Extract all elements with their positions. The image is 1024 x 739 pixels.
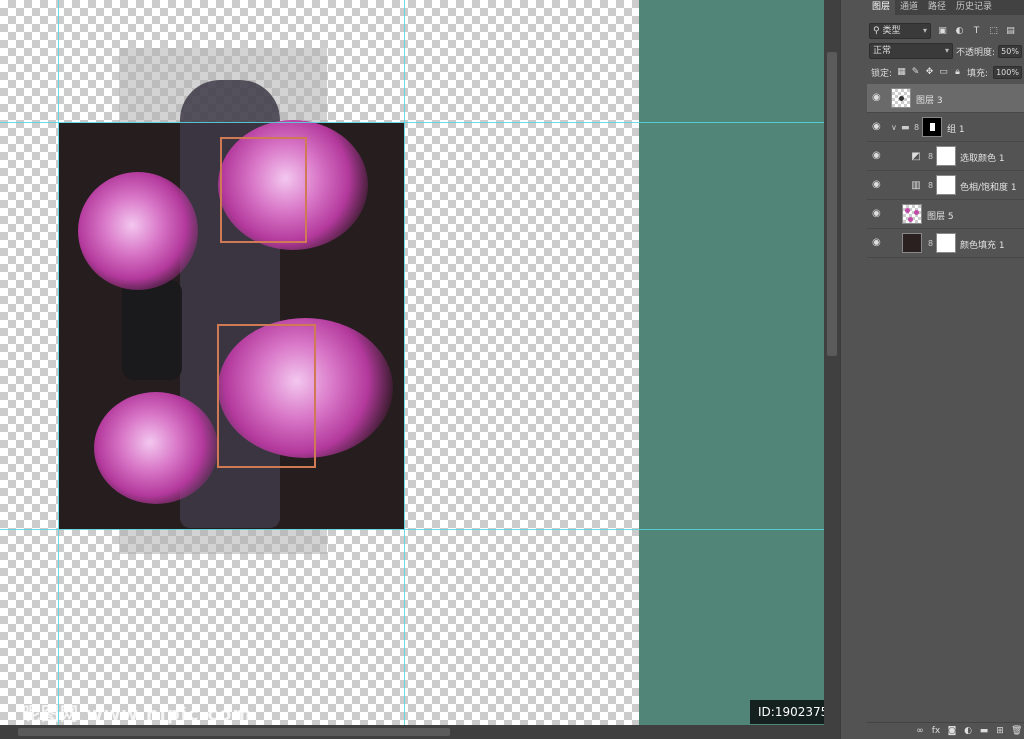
fill-label: 填充: [967, 69, 989, 79]
type-filter-icon[interactable]: T [971, 26, 982, 37]
add-mask-icon[interactable]: ◙ [947, 726, 957, 736]
layer-row[interactable]: ◉ ▥ 8 色相/饱和度 1 [867, 171, 1024, 200]
vertical-scrollbar[interactable] [824, 0, 840, 725]
link-layers-icon[interactable]: ∞ [915, 726, 925, 736]
visibility-eye-icon[interactable]: ◉ [872, 180, 882, 190]
blend-mode-value: 正常 [873, 46, 892, 56]
layer-list: ◉ 图层 3 ◉ ∨ ▬ 8 组 1 ◉ ◩ 8 选取颜色 1 ◉ ▥ 8 色相… [867, 84, 1024, 258]
layer-name[interactable]: 图层 5 [927, 209, 954, 222]
lock-all-icon[interactable]: 🔒︎ [953, 68, 962, 77]
link-icon: 8 [928, 239, 934, 248]
layer-row[interactable]: ◉ 8 颜色填充 1 [867, 229, 1024, 258]
layer-name[interactable]: 颜色填充 1 [960, 238, 1005, 251]
fill-input[interactable]: 100% [993, 66, 1022, 79]
rose-flower [94, 392, 218, 504]
pasteboard [639, 0, 824, 725]
lock-fill-row: 锁定: ▦ ✎ ✥ ▭ 🔒︎ 填充: 100% [871, 66, 1022, 79]
blend-mode-select[interactable]: 正常 ▾ [869, 43, 953, 59]
photoshop-window: 昵图网 www.nipic.com ID:19023753 NO:2025051… [0, 0, 1024, 739]
layer-mask-thumbnail [922, 117, 942, 137]
layers-panel: 图层 通道 路径 历史记录 ⚲ 类型 ▾ ▣ ◐ T ⬚ ▤ 正常 ▾ 不透明度… [840, 0, 1024, 739]
lock-position-icon[interactable]: ✥ [925, 68, 934, 77]
visibility-eye-icon[interactable]: ◉ [872, 209, 882, 219]
lock-label: 锁定: [871, 69, 893, 79]
layer-row[interactable]: ◉ ◩ 8 选取颜色 1 [867, 142, 1024, 171]
new-group-icon[interactable]: ▬ [979, 726, 989, 736]
layer-name[interactable]: 色相/饱和度 1 [960, 180, 1017, 193]
tab-history[interactable]: 历史记录 [951, 0, 997, 15]
selection-rectangle[interactable] [217, 324, 316, 468]
visibility-eye-icon[interactable]: ◉ [872, 151, 882, 161]
layer-name[interactable]: 选取颜色 1 [960, 151, 1005, 164]
tab-paths[interactable]: 路径 [923, 0, 951, 15]
selective-color-icon: ◩ [911, 151, 921, 162]
new-adjustment-icon[interactable]: ◐ [963, 726, 973, 736]
link-icon: 8 [928, 181, 934, 190]
layer-mask-thumbnail [936, 175, 956, 195]
search-icon: ⚲ [873, 26, 880, 36]
layer-filter-row: ⚲ 类型 ▾ ▣ ◐ T ⬚ ▤ [869, 23, 1016, 39]
panel-tab-bar: 图层 通道 路径 历史记录 [867, 0, 1024, 15]
smart-object-filter-icon[interactable]: ▤ [1005, 26, 1016, 37]
fill-color-thumbnail [902, 233, 922, 253]
adjustment-filter-icon[interactable]: ◐ [954, 26, 965, 37]
lock-transparency-icon[interactable]: ▦ [897, 68, 906, 77]
handbag-shape [122, 280, 182, 380]
layer-thumbnail [891, 88, 911, 108]
layer-name[interactable]: 组 1 [947, 122, 965, 135]
tab-layers[interactable]: 图层 [867, 0, 896, 15]
lock-paint-icon[interactable]: ✎ [911, 68, 920, 77]
link-icon: 8 [928, 152, 934, 161]
layer-row[interactable]: ◉ 图层 5 [867, 200, 1024, 229]
rose-flower [78, 172, 198, 290]
fx-icon[interactable]: fx [931, 726, 941, 736]
blend-opacity-row: 正常 ▾ 不透明度: 50% [869, 43, 1023, 59]
layer-mask-thumbnail [936, 233, 956, 253]
vertical-scroll-thumb[interactable] [827, 52, 837, 356]
opacity-label: 不透明度: [956, 47, 996, 58]
chevron-down-icon: ▾ [944, 46, 949, 55]
new-layer-icon[interactable]: ⊞ [995, 726, 1005, 736]
shape-filter-icon[interactable]: ⬚ [988, 26, 999, 37]
watermark-logo: 昵图网 www.nipic.com [22, 704, 253, 725]
layers-panel-footer: ∞ fx ◙ ◐ ▬ ⊞ 🗑︎ [867, 722, 1024, 739]
chevron-down-icon: ▾ [922, 26, 927, 35]
tab-channels[interactable]: 通道 [895, 0, 923, 15]
guide-line-horizontal[interactable] [0, 122, 824, 123]
trash-icon[interactable]: 🗑︎ [1011, 726, 1022, 736]
visibility-eye-icon[interactable]: ◉ [872, 238, 882, 248]
guide-line-vertical[interactable] [404, 0, 405, 725]
guide-line-vertical[interactable] [58, 0, 59, 725]
horizontal-scroll-thumb[interactable] [18, 728, 450, 736]
hue-saturation-icon: ▥ [911, 180, 921, 191]
horizontal-scrollbar[interactable] [0, 725, 863, 739]
layer-row[interactable]: ◉ 图层 3 [867, 84, 1024, 113]
layer-thumbnail [902, 204, 922, 224]
filter-kind-label: 类型 [882, 26, 901, 36]
chevron-down-icon[interactable]: ∨ [891, 123, 897, 132]
visibility-eye-icon[interactable]: ◉ [872, 122, 882, 132]
filter-kind-select[interactable]: ⚲ 类型 ▾ [869, 23, 931, 39]
selection-rectangle[interactable] [220, 137, 307, 243]
layer-row[interactable]: ◉ ∨ ▬ 8 组 1 [867, 113, 1024, 142]
folder-icon: ▬ [901, 123, 910, 133]
guide-line-horizontal[interactable] [0, 529, 824, 530]
layer-mask-thumbnail [936, 146, 956, 166]
layer-name[interactable]: 图层 3 [916, 93, 943, 106]
image-filter-icon[interactable]: ▣ [937, 26, 948, 37]
opacity-input[interactable]: 50% [998, 44, 1023, 58]
visibility-eye-icon[interactable]: ◉ [872, 93, 882, 103]
lock-artboard-icon[interactable]: ▭ [939, 68, 948, 77]
link-icon: 8 [914, 123, 920, 132]
